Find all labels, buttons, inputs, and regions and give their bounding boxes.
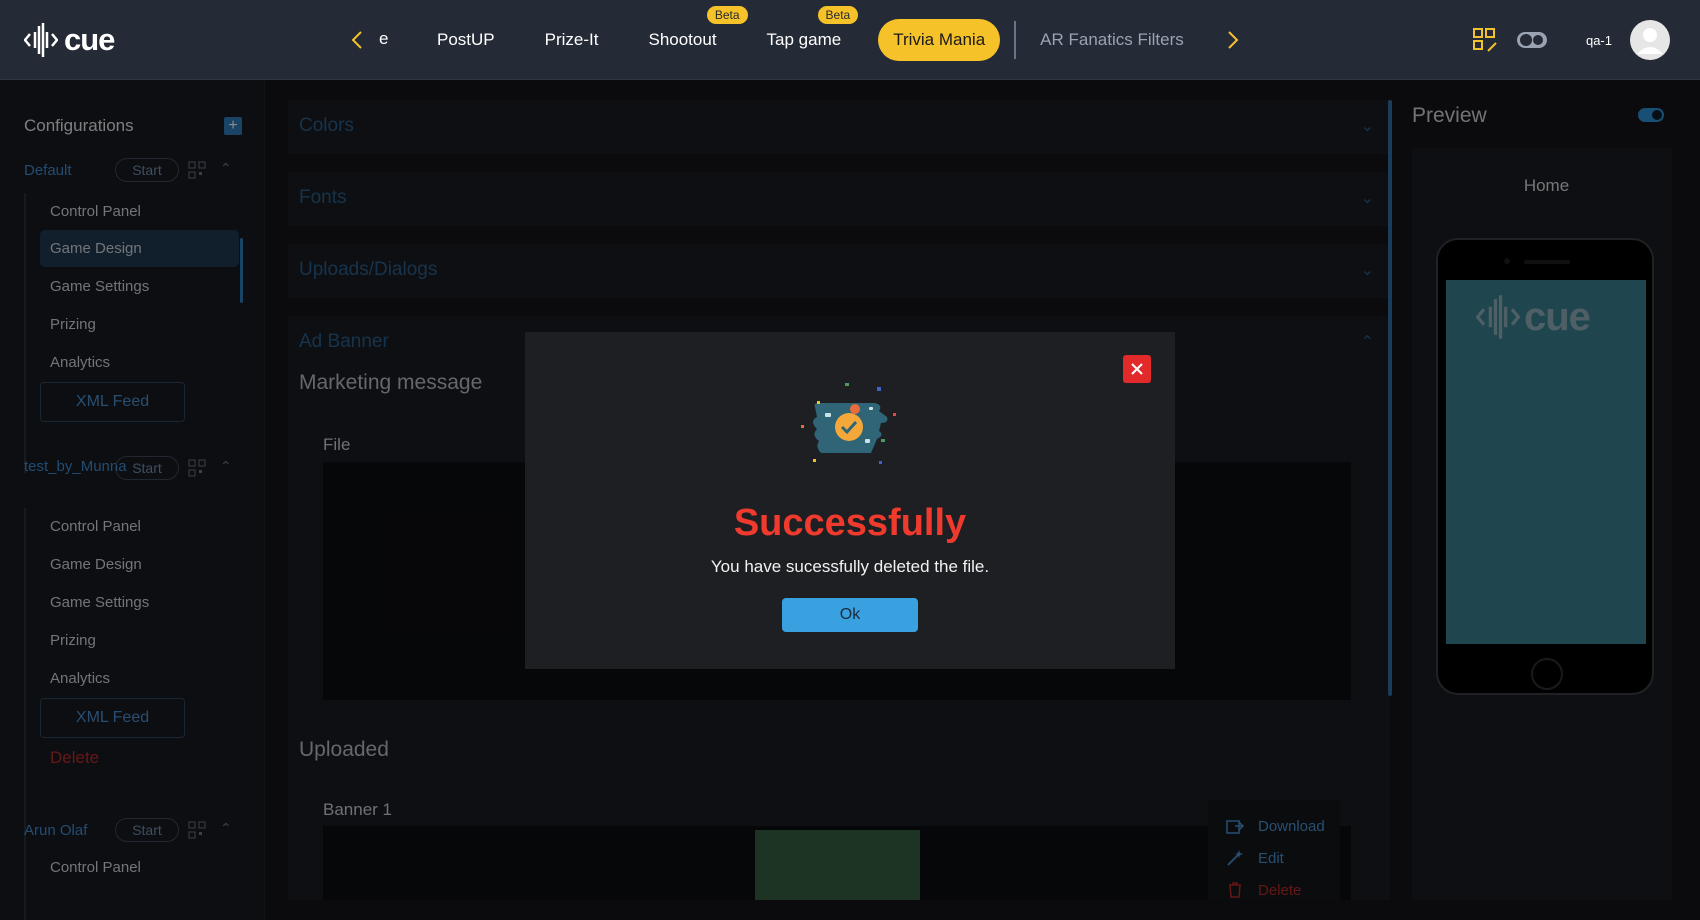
qr-code-icon[interactable] [1472, 27, 1498, 53]
nav-tab-partial[interactable]: e [379, 29, 388, 49]
tab-label: PostUP [437, 30, 495, 49]
tab-label: Prize-It [544, 30, 599, 49]
chevron-left-icon [351, 31, 362, 49]
tab-label: Tap game [766, 30, 842, 49]
success-illustration [801, 383, 896, 464]
beta-badge: Beta [817, 6, 859, 24]
cue-logo[interactable]: cue [24, 22, 115, 58]
theme-toggle-icon[interactable] [1516, 30, 1548, 50]
tab-trivia-mania[interactable]: Trivia Mania [878, 19, 1001, 61]
top-bar: cue e PostUP Prize-It Beta Shootout Beta… [0, 0, 1700, 80]
cue-logo-icon [24, 23, 58, 57]
ok-button[interactable]: Ok [782, 598, 918, 632]
tab-postup[interactable]: PostUP [412, 30, 520, 50]
success-dialog: Successfully You have sucessfully delete… [525, 332, 1175, 669]
nav-prev-button[interactable] [346, 26, 368, 54]
game-tabs: PostUP Prize-It Beta Shootout Beta Tap g… [412, 0, 1209, 80]
user-icon [1637, 28, 1663, 54]
tab-shootout[interactable]: Beta Shootout [623, 6, 748, 50]
top-right-controls: qa-1 [1472, 20, 1670, 60]
username[interactable]: qa-1 [1586, 33, 1612, 48]
close-icon [1131, 363, 1143, 375]
nav-next-button[interactable] [1222, 26, 1244, 54]
dialog-message: You have sucessfully deleted the file. [710, 557, 990, 576]
beta-badge: Beta [706, 6, 748, 24]
app-root: cue e PostUP Prize-It Beta Shootout Beta… [0, 0, 1700, 920]
dialog-title: Successfully [733, 502, 967, 544]
close-button[interactable] [1123, 355, 1151, 383]
chevron-right-icon [1228, 31, 1239, 49]
tab-label: Shootout [648, 30, 717, 49]
brand-name: cue [64, 22, 115, 57]
avatar[interactable] [1630, 20, 1670, 60]
tab-prize-it[interactable]: Prize-It [520, 30, 624, 50]
tab-ar-fanatics-filters[interactable]: AR Fanatics Filters [1030, 30, 1209, 50]
tab-tap-game[interactable]: Beta Tap game [742, 6, 867, 50]
tab-divider [1014, 21, 1017, 59]
